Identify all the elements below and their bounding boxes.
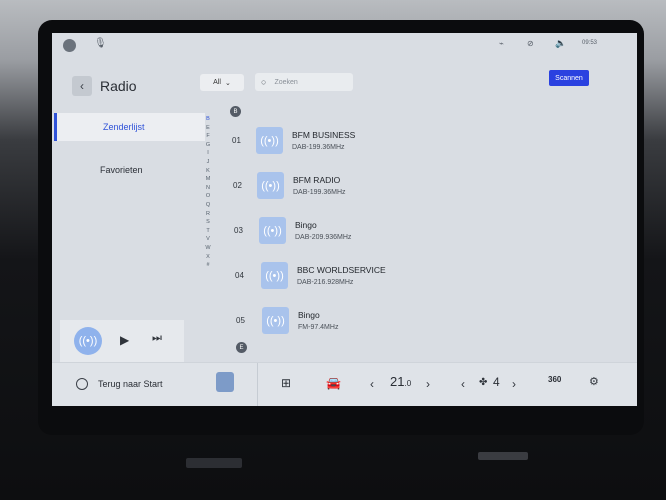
fan-level: 4 [493,375,500,389]
app-shortcut-icon[interactable] [216,372,234,392]
radio-wave-icon: ((•)) [262,307,289,334]
volume-icon[interactable]: 🔈 [555,38,566,49]
sidebar-item-zenderlijst[interactable]: Zenderlijst [54,113,205,141]
scan-button[interactable]: Scannen [549,70,589,86]
alphabet-letter[interactable]: S [204,218,212,227]
sidebar-item-favorieten[interactable]: Favorieten [54,156,202,184]
vent-detail [186,458,242,468]
group-badge-e: E [236,342,247,353]
radio-wave-icon: ((•)) [78,335,98,347]
station-name: BFM BUSINESS [292,130,356,140]
infotainment-screen: 🎙 ⌁ ⊘ 🔈 09:53 ‹ Radio Zenderlijst Favori… [52,33,637,406]
fan-up-icon[interactable]: › [512,377,516,391]
alphabet-letter[interactable]: E [204,124,212,133]
station-frequency: DAB-199.36MHz [292,144,345,151]
sidebar-item-label: Favorieten [100,165,143,175]
alphabet-letter[interactable]: I [204,149,212,158]
profile-icon[interactable] [63,39,76,52]
chevron-down-icon: ⌄ [224,79,231,87]
temperature-display: 21.0 [390,374,411,389]
alphabet-letter[interactable]: # [204,261,212,270]
filter-dropdown[interactable]: All ⌄ [200,74,244,91]
alphabet-letter[interactable]: X [204,253,212,262]
vent-detail [478,452,528,460]
play-icon[interactable]: ▶ [120,333,129,347]
settings-wrench-icon[interactable]: ⚙ [589,375,599,388]
search-icon: ○ [261,77,267,87]
temperature-decimal: .0 [404,379,412,388]
home-circle-icon[interactable] [76,378,88,390]
station-row[interactable]: 04 ((•)) BBC WORLDSERVICE DAB-216.928MHz [235,260,635,292]
fan-icon: ✤ [479,377,488,388]
radio-wave-icon: ((•)) [256,127,283,154]
group-badge-b: B [230,106,241,117]
station-number: 04 [235,271,244,280]
station-frequency: DAB-216.928MHz [297,279,354,286]
station-name: BFM RADIO [293,175,341,185]
alphabet-letter[interactable]: J [204,158,212,167]
mini-player: ((•)) ▶ ⏭ [60,320,184,362]
temperature-value: 21 [390,374,405,389]
radio-wave-icon: ((•)) [261,262,288,289]
back-button[interactable]: ‹ [72,76,92,96]
alphabet-index[interactable]: B E F G I J K M N O Q R S T V W X # [204,115,212,270]
camera-360-button[interactable]: 360 [548,375,561,384]
return-home-link[interactable]: Terug naar Start [98,379,163,389]
station-row[interactable]: 01 ((•)) BFM BUSINESS DAB-199.36MHz [232,125,632,157]
station-number: 05 [236,316,245,325]
alphabet-letter[interactable]: M [204,175,212,184]
temp-up-icon[interactable]: › [426,377,430,391]
fan-down-icon[interactable]: ‹ [461,377,465,391]
search-input[interactable]: ○ Zoeken [255,73,353,91]
sidebar-item-label: Zenderlijst [103,122,145,132]
station-number: 01 [232,136,241,145]
alphabet-letter[interactable]: Q [204,201,212,210]
station-row[interactable]: 03 ((•)) Bingo DAB-209.936MHz [234,215,634,247]
alphabet-letter[interactable]: G [204,141,212,150]
temp-down-icon[interactable]: ‹ [370,377,374,391]
station-name: BBC WORLDSERVICE [297,265,386,275]
signal-off-icon: ⊘ [527,39,534,48]
station-frequency: DAB-209.936MHz [295,234,352,241]
alphabet-letter[interactable]: T [204,227,212,236]
alphabet-letter[interactable]: K [204,167,212,176]
alphabet-letter[interactable]: W [204,244,212,253]
clock: 09:53 [582,40,598,46]
station-frequency: FM-97.4MHz [298,324,339,331]
station-number: 03 [234,226,243,235]
station-frequency: DAB-199.36MHz [293,189,346,196]
car-icon[interactable]: 🚘 [326,376,341,390]
chevron-left-icon: ‹ [80,79,84,93]
divider [257,363,258,406]
station-name: Bingo [295,220,317,230]
station-row[interactable]: 05 ((•)) Bingo FM-97.4MHz [236,305,636,337]
connectivity-icon: ⌁ [499,39,504,48]
radio-wave-icon: ((•)) [257,172,284,199]
alphabet-letter[interactable]: F [204,132,212,141]
radio-wave-icon: ((•)) [259,217,286,244]
app-grid-icon[interactable]: ⊞ [281,376,291,390]
radio-source-button[interactable]: ((•)) [74,327,102,355]
alphabet-letter[interactable]: N [204,184,212,193]
status-bar: 🎙 ⌁ ⊘ 🔈 09:53 [52,33,637,57]
filter-label: All [213,79,221,86]
alphabet-letter[interactable]: O [204,192,212,201]
search-placeholder: Zoeken [274,78,298,86]
page-title: Radio [100,78,137,94]
station-name: Bingo [298,310,320,320]
alphabet-letter[interactable]: R [204,210,212,219]
alphabet-letter[interactable]: V [204,235,212,244]
microphone-icon[interactable]: 🎙 [94,38,107,49]
station-row[interactable]: 02 ((•)) BFM RADIO DAB-199.36MHz [233,170,633,202]
station-number: 02 [233,181,242,190]
skip-next-icon[interactable]: ⏭ [152,332,162,345]
alphabet-letter[interactable]: B [204,115,212,124]
bottom-bar: Terug naar Start ⊞ 🚘 ‹ 21.0 › ‹ ✤ 4 › 36… [52,362,637,406]
